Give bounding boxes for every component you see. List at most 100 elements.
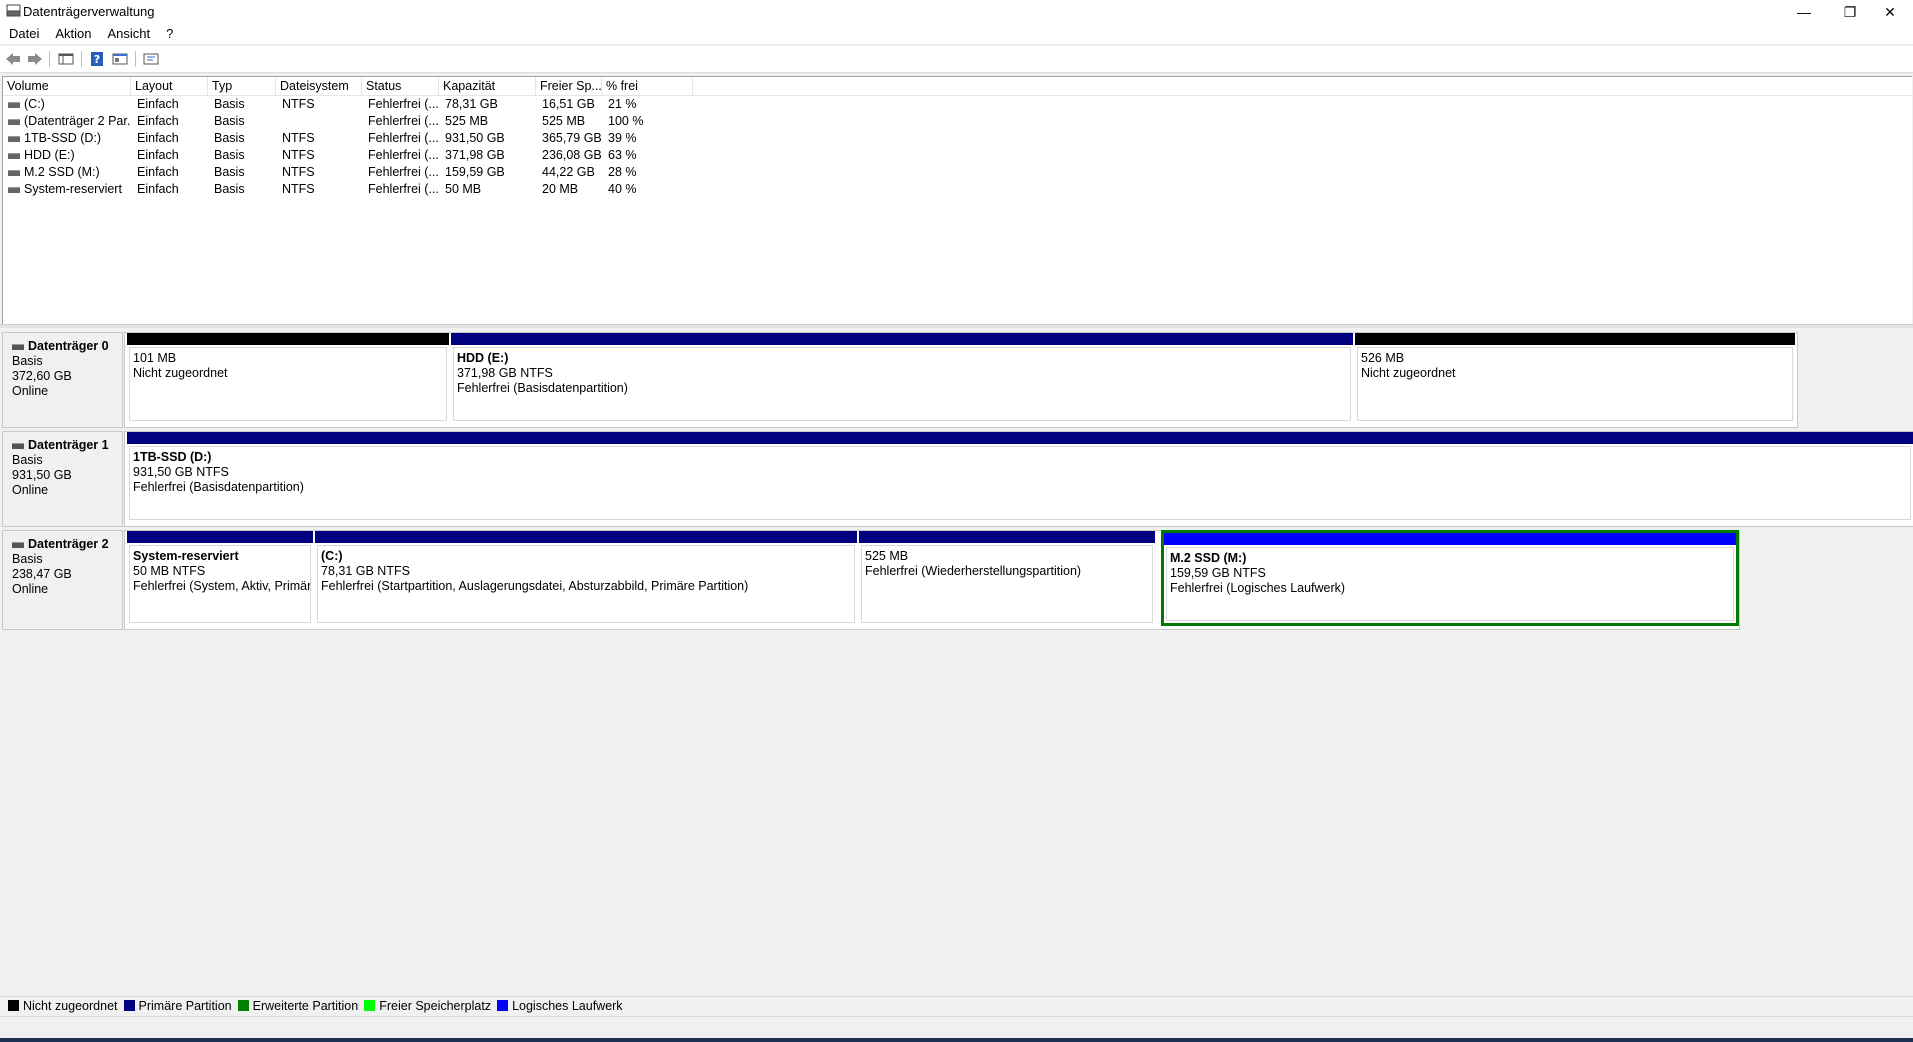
toolbar-separator — [49, 51, 50, 67]
column-header-dateisystem[interactable]: Dateisystem — [276, 77, 362, 95]
volume-layout: Einfach — [137, 131, 179, 145]
view-icon[interactable] — [141, 50, 161, 68]
volume-name: (Datenträger 2 Par... — [24, 114, 131, 128]
partition-name: M.2 SSD (M:) — [1170, 551, 1247, 565]
partition-size: 525 MB — [865, 549, 909, 563]
volume-free-space: 20 MB — [542, 182, 579, 196]
column-header-prozent-frei[interactable]: % frei — [602, 77, 693, 95]
disk-size: 372,60 GB — [12, 369, 72, 383]
volume-capacity: 931,50 GB — [445, 131, 505, 145]
partition-name: HDD (E:) — [457, 351, 509, 365]
menu-help[interactable]: ? — [158, 24, 181, 44]
menu-datei[interactable]: Datei — [0, 24, 47, 44]
partition-size: 371,98 GB NTFS — [457, 366, 553, 380]
properties-icon[interactable] — [110, 50, 130, 68]
legend-item: Freier Speicherplatz — [364, 999, 491, 1013]
partition-system-reserved[interactable]: System-reserviert 50 MB NTFS Fehlerfrei … — [127, 531, 313, 625]
legend-label: Nicht zugeordnet — [23, 998, 118, 1013]
partition-1tb-ssd-d[interactable]: 1TB-SSD (D:) 931,50 GB NTFS Fehlerfrei (… — [127, 432, 1913, 522]
menu-aktion[interactable]: Aktion — [47, 24, 99, 44]
partition-status: Nicht zugeordnet — [133, 366, 228, 380]
disk-icon — [12, 442, 24, 449]
volume-icon — [8, 135, 20, 142]
volume-capacity: 525 MB — [445, 114, 489, 128]
legend-swatch — [8, 1000, 19, 1011]
partition-status: Fehlerfrei (Wiederherstellungspartition) — [865, 564, 1082, 578]
partition-size: 101 MB — [133, 351, 177, 365]
volume-free-space: 44,22 GB — [542, 165, 595, 179]
partition-status: Fehlerfrei (System, Aktiv, Primäre — [133, 579, 311, 593]
partition-c[interactable]: (C:) 78,31 GB NTFS Fehlerfrei (Startpart… — [315, 531, 857, 625]
partition-unallocated[interactable]: 101 MB Nicht zugeordnet — [127, 333, 449, 423]
volume-percent-free: 28 % — [608, 165, 637, 179]
volume-type: Basis — [214, 97, 245, 111]
column-header-layout[interactable]: Layout — [131, 77, 208, 95]
volume-icon — [8, 118, 20, 125]
help-icon[interactable]: ? — [87, 50, 107, 68]
partition-size: 526 MB — [1361, 351, 1405, 365]
partition-hdd-e[interactable]: HDD (E:) 371,98 GB NTFS Fehlerfrei (Basi… — [451, 333, 1353, 423]
partition-size: 931,50 GB NTFS — [133, 465, 229, 479]
disk-state: Online — [12, 384, 49, 398]
disk-0-label[interactable]: Datenträger 0 Basis 372,60 GB Online — [2, 332, 123, 428]
column-header-kapazitaet[interactable]: Kapazität — [439, 77, 536, 95]
partition-color-bar — [859, 531, 1155, 543]
back-icon[interactable] — [3, 50, 23, 68]
partition-name: 1TB-SSD (D:) — [133, 450, 212, 464]
volume-free-space: 236,08 GB — [542, 148, 602, 162]
partition-m2-ssd-m[interactable]: M.2 SSD (M:) 159,59 GB NTFS Fehlerfrei (… — [1161, 530, 1739, 626]
menu-bar: Datei Aktion Ansicht ? — [0, 24, 1913, 44]
disk-1-partitions: 1TB-SSD (D:) 931,50 GB NTFS Fehlerfrei (… — [124, 431, 1913, 527]
partition-color-bar — [1355, 333, 1795, 345]
partition-size: 159,59 GB NTFS — [1170, 566, 1266, 580]
legend-label: Erweiterte Partition — [252, 998, 359, 1013]
legend-swatch — [364, 1000, 376, 1011]
disk-icon — [12, 541, 24, 548]
toolbar: ? — [0, 46, 1913, 73]
volume-row[interactable]: M.2 SSD (M:) Einfach Basis NTFS Fehlerfr… — [3, 164, 1912, 181]
volume-list[interactable]: Volume Layout Typ Dateisystem Status Kap… — [2, 76, 1912, 325]
volume-layout: Einfach — [137, 182, 179, 196]
legend-label: Logisches Laufwerk — [512, 998, 623, 1013]
volume-status: Fehlerfrei (... — [368, 97, 439, 111]
volume-percent-free: 100 % — [608, 114, 644, 128]
taskbar-edge — [0, 1038, 1913, 1042]
minimize-button[interactable]: — — [1781, 0, 1827, 24]
partition-status: Fehlerfrei (Startpartition, Auslagerungs… — [321, 579, 749, 593]
partition-name: System-reserviert — [133, 549, 239, 563]
column-header-volume[interactable]: Volume — [3, 77, 131, 95]
menu-ansicht[interactable]: Ansicht — [100, 24, 159, 44]
legend-swatch — [497, 1000, 509, 1011]
close-button[interactable]: ✕ — [1867, 0, 1913, 24]
volume-type: Basis — [214, 148, 245, 162]
console-tree-icon[interactable] — [56, 50, 76, 68]
partition-recovery[interactable]: 525 MB Fehlerfrei (Wiederherstellungspar… — [859, 531, 1155, 625]
volume-row[interactable]: 1TB-SSD (D:) Einfach Basis NTFS Fehlerfr… — [3, 130, 1912, 147]
volume-row[interactable]: (C:) Einfach Basis NTFS Fehlerfrei (... … — [3, 96, 1912, 113]
forward-icon[interactable] — [25, 50, 45, 68]
column-header-status[interactable]: Status — [362, 77, 439, 95]
volume-filesystem: NTFS — [282, 148, 315, 162]
disk-type: Basis — [12, 552, 43, 566]
volume-name: M.2 SSD (M:) — [24, 165, 100, 179]
disk-1-label[interactable]: Datenträger 1 Basis 931,50 GB Online — [2, 431, 123, 527]
toolbar-separator — [135, 51, 136, 67]
partition-status: Fehlerfrei (Basisdatenpartition) — [133, 480, 304, 494]
partition-unallocated[interactable]: 526 MB Nicht zugeordnet — [1355, 333, 1795, 423]
disk-state: Online — [12, 582, 49, 596]
toolbar-separator — [81, 51, 82, 67]
disk-2-partitions: System-reserviert 50 MB NTFS Fehlerfrei … — [124, 530, 1740, 630]
disk-icon — [12, 343, 24, 350]
status-bar — [0, 1016, 1913, 1039]
volume-row[interactable]: HDD (E:) Einfach Basis NTFS Fehlerfrei (… — [3, 147, 1912, 164]
volume-status: Fehlerfrei (... — [368, 131, 439, 145]
disk-management-icon — [6, 4, 21, 17]
column-header-freier-speicher[interactable]: Freier Sp... — [536, 77, 602, 95]
volume-row[interactable]: (Datenträger 2 Par... Einfach Basis Fehl… — [3, 113, 1912, 130]
column-header-typ[interactable]: Typ — [208, 77, 276, 95]
disk-0-partitions: 101 MB Nicht zugeordnet HDD (E:) 371,98 … — [124, 332, 1798, 428]
volume-list-header: Volume Layout Typ Dateisystem Status Kap… — [3, 77, 1912, 96]
disk-2-label[interactable]: Datenträger 2 Basis 238,47 GB Online — [2, 530, 123, 630]
partition-name: (C:) — [321, 549, 343, 563]
volume-row[interactable]: System-reserviert Einfach Basis NTFS Feh… — [3, 181, 1912, 198]
